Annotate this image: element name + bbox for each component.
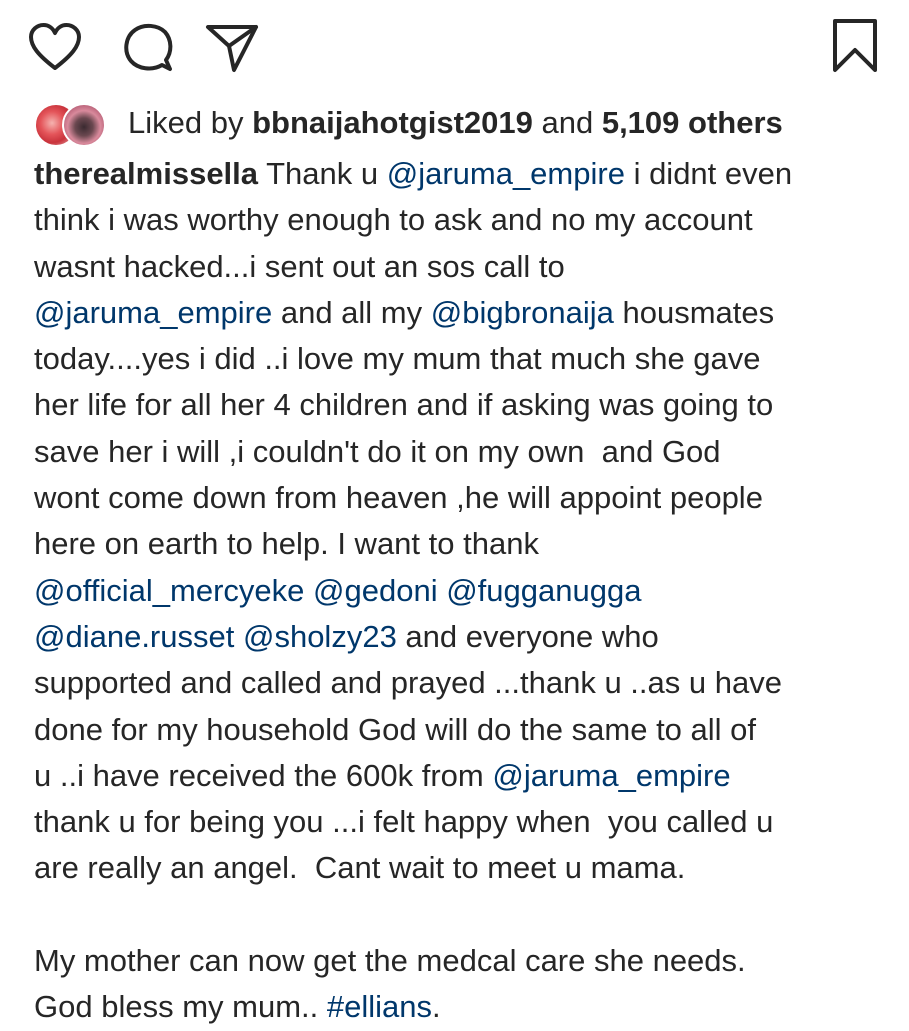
caption-text: wont come down from heaven ,he will appo…: [34, 480, 763, 516]
caption-text: thank u for being you ...i felt happy wh…: [34, 804, 774, 840]
caption-text: today....yes i did ..i love my mum that …: [34, 341, 761, 377]
mention-link[interactable]: @sholzy23: [243, 619, 397, 654]
caption-line: @official_mercyeke @gedoni @fugganugga: [34, 568, 894, 614]
heart-icon[interactable]: [28, 22, 82, 72]
mention-link[interactable]: @jaruma_empire: [387, 156, 625, 191]
caption-line: done for my household God will do the sa…: [34, 707, 894, 753]
caption-line: @jaruma_empire and all my @bigbronaija h…: [34, 290, 894, 336]
caption-text: .: [431, 989, 441, 1025]
liker-avatars: [34, 101, 114, 147]
mention-link[interactable]: @gedoni: [313, 573, 438, 608]
likes-count-link[interactable]: 5,109 others: [602, 105, 783, 140]
mention-link[interactable]: @jaruma_empire: [34, 295, 272, 330]
mention-link[interactable]: @diane.russet: [34, 619, 234, 654]
caption-text: God bless my mum..: [34, 989, 327, 1025]
caption-line: @diane.russet @sholzy23 and everyone who: [34, 614, 894, 660]
mention-link[interactable]: @official_mercyeke: [34, 573, 304, 608]
share-icon[interactable]: [204, 22, 260, 74]
liked-by-user-link[interactable]: bbnaijahotgist2019: [252, 105, 533, 140]
comment-icon[interactable]: [122, 22, 174, 74]
caption-text: [234, 619, 243, 654]
caption-text: are really an angel. Cant wait to meet u…: [34, 850, 686, 886]
caption-username-link[interactable]: therealmissella: [34, 156, 258, 191]
caption-text: done for my household God will do the sa…: [34, 711, 757, 747]
caption-line: here on earth to help. I want to thank: [34, 521, 894, 567]
caption-text: think i was worthy enough to ask and no …: [34, 202, 753, 238]
caption-text: wasnt hacked...i sent out an sos call to: [34, 248, 565, 284]
likes-summary: Liked by bbnaijahotgist2019 and 5,109 ot…: [34, 98, 894, 148]
caption-text: [438, 573, 447, 608]
caption-line: are really an angel. Cant wait to meet u…: [34, 845, 894, 891]
caption-line: her life for all her 4 children and if a…: [34, 382, 894, 428]
caption-line: think i was worthy enough to ask and no …: [34, 197, 894, 243]
caption-text: and everyone who: [396, 618, 659, 654]
mention-link[interactable]: @bigbronaija: [431, 295, 614, 330]
caption-text: and all my: [272, 294, 431, 330]
caption-text: supported and called and prayed ...thank…: [34, 665, 782, 701]
post-caption: therealmissella Thank u @jaruma_empire i…: [34, 151, 894, 1031]
liked-by-and: and: [532, 105, 602, 140]
caption-text: housmates: [613, 294, 775, 330]
caption-line: wasnt hacked...i sent out an sos call to: [34, 244, 894, 290]
liked-by-prefix: Liked by: [128, 105, 253, 140]
post-action-bar: [0, 0, 909, 90]
avatar[interactable]: [62, 103, 106, 147]
caption-line: thank u for being you ...i felt happy wh…: [34, 799, 894, 845]
caption-line: save her i will ,i couldn't do it on my …: [34, 429, 894, 475]
caption-line: wont come down from heaven ,he will appo…: [34, 475, 894, 521]
caption-line: u ..i have received the 600k from @jarum…: [34, 753, 894, 799]
mention-link[interactable]: @fugganugga: [446, 573, 641, 608]
caption-text: Thank u: [258, 156, 387, 191]
caption-text: here on earth to help. I want to thank: [34, 526, 539, 562]
caption-line: therealmissella Thank u @jaruma_empire i…: [34, 151, 894, 197]
caption-line: today....yes i did ..i love my mum that …: [34, 336, 894, 382]
caption-text: [304, 573, 313, 608]
bookmark-icon[interactable]: [831, 18, 879, 74]
hashtag-link[interactable]: #ellians: [327, 989, 432, 1024]
caption-text: u ..i have received the 600k from: [34, 757, 493, 793]
caption-text: My mother can now get the medcal care sh…: [34, 943, 746, 979]
caption-line: My mother can now get the medcal care sh…: [34, 938, 894, 984]
caption-text: her life for all her 4 children and if a…: [34, 387, 774, 423]
caption-line: supported and called and prayed ...thank…: [34, 660, 894, 706]
mention-link[interactable]: @jaruma_empire: [492, 758, 730, 793]
caption-text: save her i will ,i couldn't do it on my …: [34, 433, 721, 469]
caption-text: i didnt even: [624, 156, 793, 191]
liked-by-text: Liked by bbnaijahotgist2019 and 5,109 ot…: [128, 104, 783, 142]
